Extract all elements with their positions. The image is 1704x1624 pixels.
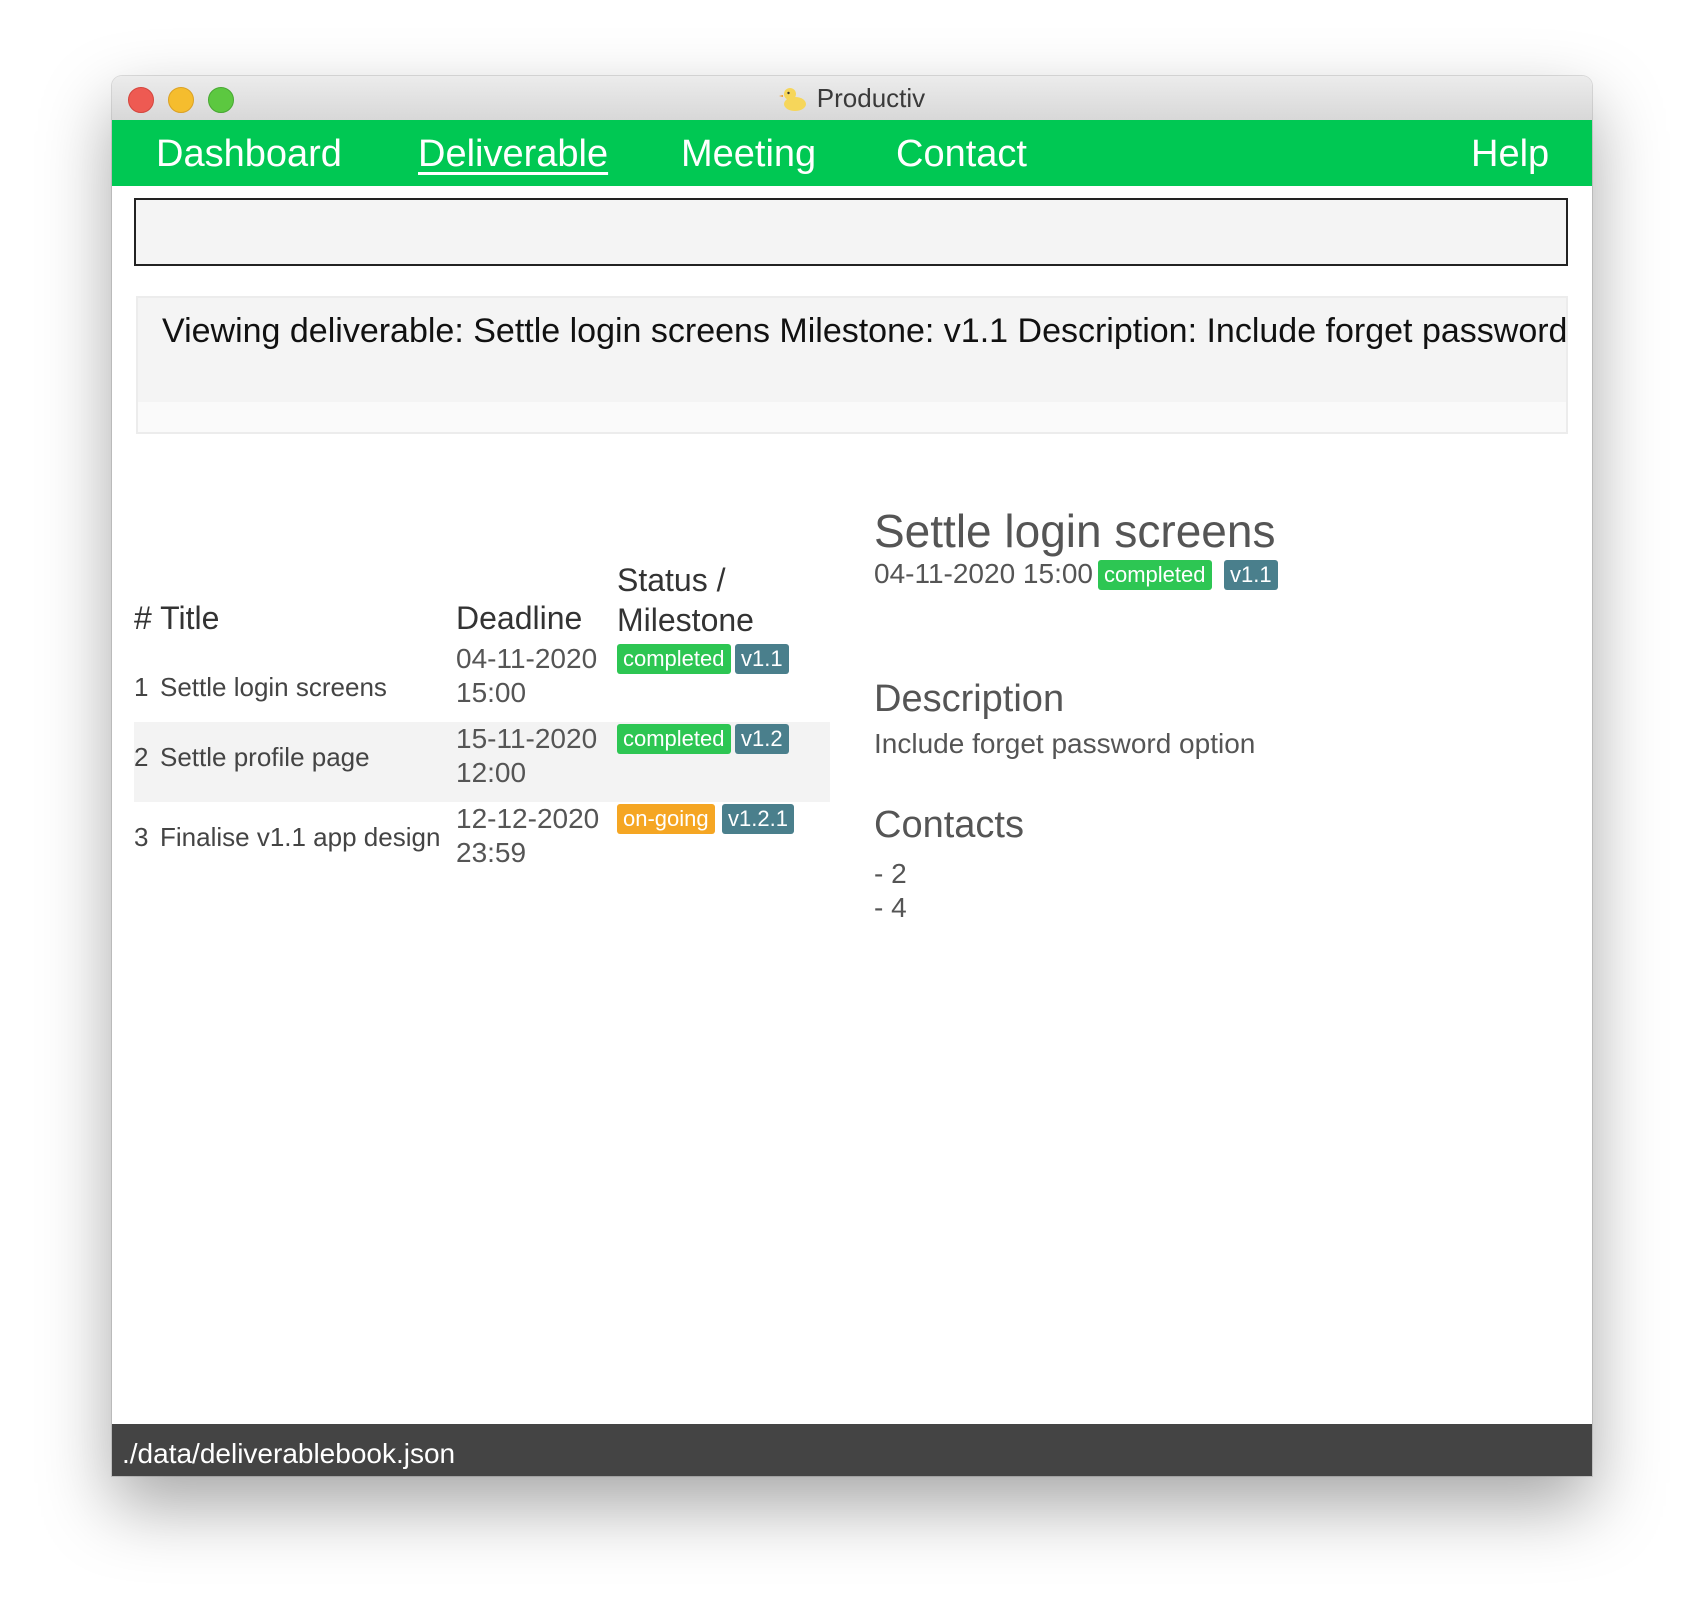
row-title: Settle profile page xyxy=(160,742,370,772)
milestone-badge: v1.2.1 xyxy=(722,804,794,834)
detail-status-badge: completed xyxy=(1098,560,1212,590)
status-badge: completed xyxy=(617,724,731,754)
status-badge: on-going xyxy=(617,804,715,834)
contact-item: - 4 xyxy=(874,892,907,923)
description-heading: Description xyxy=(874,678,1065,720)
row-date: 04-11-2020 xyxy=(456,643,598,674)
window-title: Productiv xyxy=(816,82,926,113)
menu-deliverable[interactable]: Deliverable xyxy=(418,132,608,176)
command-input[interactable] xyxy=(134,198,1568,266)
row-title: Settle login screens xyxy=(160,672,387,702)
menu-meeting[interactable]: Meeting xyxy=(681,132,816,176)
result-text: Viewing deliverable: Settle login screen… xyxy=(162,312,1568,350)
result-display: Viewing deliverable: Settle login screen… xyxy=(136,296,1568,434)
row-time: 23:59 xyxy=(456,837,527,868)
title-bar: Productiv xyxy=(112,76,1592,121)
menu-help[interactable]: Help xyxy=(1471,132,1549,176)
detail-milestone-badge: v1.1 xyxy=(1224,560,1278,590)
menu-bar: Dashboard Deliverable Meeting Contact He… xyxy=(112,120,1592,186)
detail-deadline: 04-11-2020 15:00 xyxy=(874,558,1093,589)
app-window: Productiv Dashboard Deliverable Meeting … xyxy=(112,76,1592,1476)
row-date: 15-11-2020 xyxy=(456,723,598,754)
list-row-1[interactable]: 1 Settle login screens 04-11-2020 15:00 … xyxy=(134,642,830,722)
row-index: 1 xyxy=(134,672,149,702)
contacts-heading: Contacts xyxy=(874,804,1024,846)
row-date: 12-12-2020 xyxy=(456,803,600,834)
row-index: 2 xyxy=(134,742,149,772)
header-status: Status / xyxy=(617,562,726,598)
menu-contact[interactable]: Contact xyxy=(896,132,1027,176)
header-index-title: # Title xyxy=(134,600,220,636)
result-scrollbar[interactable] xyxy=(138,402,1566,432)
list-row-3[interactable]: 3 Finalise v1.1 app design 12-12-2020 23… xyxy=(134,802,830,882)
header-milestone: Milestone xyxy=(617,602,754,638)
description-text: Include forget password option xyxy=(874,728,1256,759)
row-index: 3 xyxy=(134,822,149,852)
duck-icon xyxy=(778,88,806,111)
list-row-2[interactable]: 2 Settle profile page 15-11-2020 12:00 c… xyxy=(134,722,830,802)
contact-item: - 2 xyxy=(874,858,907,889)
status-bar: ./data/deliverablebook.json xyxy=(112,1424,1592,1476)
title-wrap: Productiv xyxy=(112,76,1592,120)
status-badge: completed xyxy=(617,644,731,674)
milestone-badge: v1.2 xyxy=(735,724,789,754)
row-time: 15:00 xyxy=(456,677,527,708)
detail-title: Settle login screens xyxy=(874,505,1276,557)
row-title: Finalise v1.1 app design xyxy=(160,822,441,852)
milestone-badge: v1.1 xyxy=(735,644,789,674)
header-deadline: Deadline xyxy=(456,600,583,636)
status-file-path: ./data/deliverablebook.json xyxy=(122,1438,456,1469)
row-time: 12:00 xyxy=(456,757,527,788)
menu-dashboard[interactable]: Dashboard xyxy=(156,132,342,176)
